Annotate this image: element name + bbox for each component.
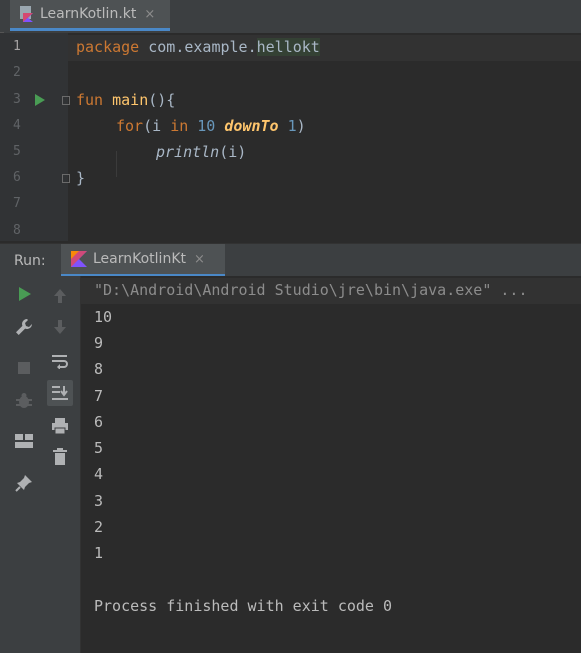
output-line: 7 (94, 387, 104, 405)
run-tab-label: LearnKotlinKt (93, 251, 186, 267)
output-line: 3 (94, 492, 104, 510)
code-editor[interactable]: 1 2 3 4 5 6 7 8 package com.example.hell… (0, 33, 581, 241)
pin-icon[interactable] (13, 472, 35, 494)
output-line: 6 (94, 413, 104, 431)
wrench-icon[interactable] (13, 316, 35, 338)
tab-close-icon[interactable]: × (144, 7, 155, 22)
arrow-up-icon[interactable] (49, 285, 71, 307)
soft-wrap-icon[interactable] (49, 350, 71, 372)
kotlin-file-icon (20, 6, 34, 22)
code-line-3: fun main(){ (76, 91, 175, 109)
editor-tab-bar: LearnKotlin.kt × (0, 0, 581, 72)
output-line: 4 (94, 465, 104, 483)
line-number: 2 (13, 65, 21, 80)
run-title: Run: (14, 253, 46, 269)
keyword: fun (76, 91, 104, 109)
run-tool-window-header: Run: LearnKotlinKt × (0, 243, 581, 277)
closing-brace: } (76, 169, 86, 187)
number-literal: 10 (197, 117, 216, 135)
code-text: (){ (148, 91, 176, 109)
line-number: 1 (13, 39, 21, 54)
run-left-toolbar (0, 276, 42, 653)
keyword: package (76, 38, 140, 56)
stop-icon[interactable] (13, 357, 35, 379)
line-number: 5 (13, 144, 21, 159)
function-name: main (112, 91, 149, 109)
code-line-5: println(i) (156, 143, 246, 161)
line-number: 8 (13, 223, 21, 238)
trash-icon[interactable] (49, 446, 71, 468)
tab-learnkotlin-kt[interactable]: LearnKotlin.kt × (10, 0, 170, 31)
indent-guide (116, 151, 117, 177)
code-line-1: package com.example.hellokt (76, 38, 320, 56)
fold-marker-icon[interactable] (62, 174, 70, 183)
print-icon[interactable] (49, 415, 71, 437)
keyword: for (116, 117, 144, 135)
code-text: (i (143, 117, 171, 135)
code-text: ) (296, 117, 306, 135)
package-name-highlight: hellokt (256, 38, 320, 56)
keyword: in (170, 117, 189, 135)
output-line: 10 (94, 308, 113, 326)
line-number: 3 (13, 92, 21, 107)
code-line-6: } (76, 169, 85, 187)
scroll-to-end-icon[interactable] (47, 380, 73, 406)
output-line: 9 (94, 334, 104, 352)
rerun-icon[interactable] (13, 283, 35, 305)
line-number: 4 (13, 118, 21, 133)
fold-marker-icon[interactable] (62, 96, 70, 105)
infix-function: downTo (224, 117, 279, 135)
run-gutter-icon[interactable] (35, 94, 45, 106)
output-line: 5 (94, 439, 104, 457)
function-call: println (156, 143, 220, 161)
line-number-gutter (0, 33, 68, 241)
output-line: 8 (94, 360, 104, 378)
output-line: 2 (94, 518, 104, 536)
output-line: 1 (94, 544, 104, 562)
run-console-toolbar (41, 276, 81, 653)
kotlin-logo-icon (71, 251, 87, 267)
debug-bug-icon[interactable] (13, 390, 35, 412)
process-finished-message: Process finished with exit code 0 (94, 597, 393, 615)
arrow-down-icon[interactable] (49, 316, 71, 338)
layout-icon[interactable] (13, 430, 35, 452)
tab-label: LearnKotlin.kt (40, 6, 137, 22)
tab-run-learnkotlinkt[interactable]: LearnKotlinKt × (61, 244, 225, 277)
run-console-output[interactable]: "D:\Android\Android Studio\jre\bin\java.… (81, 276, 581, 653)
line-number: 7 (13, 196, 21, 211)
code-line-4: for(i in 10 downTo 1) (116, 117, 306, 135)
run-tab-close-icon[interactable]: × (194, 252, 205, 267)
line-number: 6 (13, 170, 21, 185)
command-line-text: "D:\Android\Android Studio\jre\bin\java.… (94, 281, 528, 299)
number-literal: 1 (287, 117, 297, 135)
package-name: com.example. (148, 38, 257, 56)
code-text: (i) (219, 143, 247, 161)
